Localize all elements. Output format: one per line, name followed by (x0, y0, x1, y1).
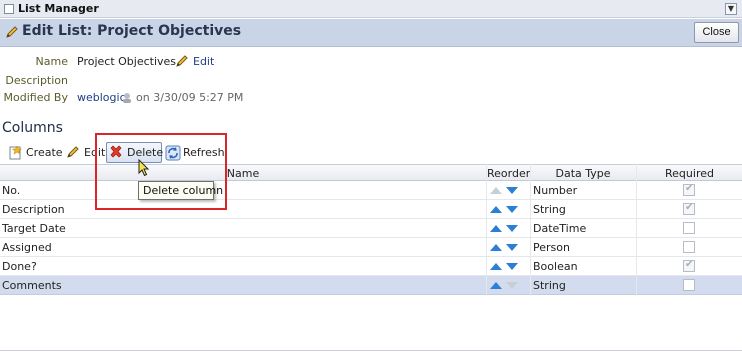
create-button[interactable]: Create (8, 144, 63, 163)
description-row: Description (0, 74, 400, 90)
table-row[interactable]: Done? Boolean ✔ (0, 257, 742, 276)
pencil-icon (5, 25, 19, 42)
column-name-cell: Target Date (2, 222, 66, 235)
column-name-cell: Done? (2, 260, 37, 273)
modified-date: on 3/30/09 5:27 PM (136, 91, 244, 104)
column-divider (486, 164, 487, 296)
checkmark-icon: ✔ (685, 202, 694, 213)
create-icon (8, 145, 23, 163)
move-down-icon[interactable] (506, 187, 518, 194)
data-type-cell: DateTime (533, 222, 587, 235)
move-up-icon[interactable] (490, 282, 502, 289)
checkmark-icon: ✔ (685, 259, 694, 270)
delete-tooltip: Delete column (138, 181, 223, 200)
data-type-cell: Boolean (533, 260, 578, 273)
modified-label: Modified By (3, 91, 69, 104)
pencil-icon (66, 145, 80, 162)
required-checkbox (683, 241, 695, 253)
panel-title: List Manager (18, 2, 99, 15)
header-reorder[interactable]: Reorder (487, 167, 530, 180)
column-divider (636, 164, 637, 296)
table-row[interactable]: Assigned Person (0, 238, 742, 257)
header-data-type[interactable]: Data Type (531, 167, 635, 180)
move-up-icon[interactable] (490, 263, 502, 270)
move-up-icon (490, 187, 502, 194)
description-label: Description (5, 74, 68, 87)
modified-user-link[interactable]: weblogic (77, 91, 126, 104)
column-name-cell: Comments (2, 279, 62, 292)
move-up-icon[interactable] (490, 244, 502, 251)
data-type-cell: String (533, 279, 566, 292)
modified-row: Modified By weblogic on 3/30/09 5:27 PM (0, 91, 400, 107)
required-checkbox: ✔ (683, 202, 695, 215)
panel-icon (4, 4, 14, 14)
move-down-icon[interactable] (506, 244, 518, 251)
mouse-cursor-icon (138, 158, 150, 180)
header-required[interactable]: Required (637, 167, 742, 180)
column-name-cell: No. (2, 184, 21, 197)
move-down-icon[interactable] (506, 225, 518, 232)
move-up-icon[interactable] (490, 225, 502, 232)
name-value: Project Objectives (77, 55, 177, 68)
move-down-icon[interactable] (506, 263, 518, 270)
column-divider (530, 164, 531, 296)
name-row: Name Project Objectives Edit (0, 55, 400, 71)
required-checkbox (683, 222, 695, 234)
page-header: Edit List: Project Objectives Close (0, 19, 742, 47)
move-up-icon[interactable] (490, 206, 502, 213)
move-down-icon[interactable] (506, 206, 518, 213)
required-checkbox: ✔ (683, 183, 695, 196)
pencil-icon (176, 55, 188, 67)
data-type-cell: Person (533, 241, 570, 254)
move-down-icon (506, 282, 518, 289)
column-name-cell: Assigned (2, 241, 52, 254)
panel-bottom-border (0, 350, 742, 351)
name-label: Name (35, 55, 68, 68)
checkmark-icon: ✔ (685, 183, 694, 194)
close-button[interactable]: Close (694, 22, 739, 43)
column-name-cell: Description (2, 203, 65, 216)
table-row[interactable]: Comments String (0, 276, 742, 295)
collapse-icon[interactable]: ▼ (725, 3, 737, 15)
user-presence-icon[interactable] (121, 92, 133, 107)
data-type-cell: String (533, 203, 566, 216)
edit-name-label: Edit (193, 55, 215, 68)
table-row[interactable]: Target Date DateTime (0, 219, 742, 238)
required-checkbox: ✔ (683, 259, 695, 272)
data-type-cell: Number (533, 184, 578, 197)
create-label: Create (26, 146, 63, 159)
required-checkbox (683, 279, 695, 291)
page-title: Edit List: Project Objectives (22, 23, 242, 39)
header-name[interactable]: Name (0, 167, 486, 180)
columns-section-title: Columns (2, 120, 63, 136)
panel-titlebar: List Manager ▼ (0, 0, 742, 18)
